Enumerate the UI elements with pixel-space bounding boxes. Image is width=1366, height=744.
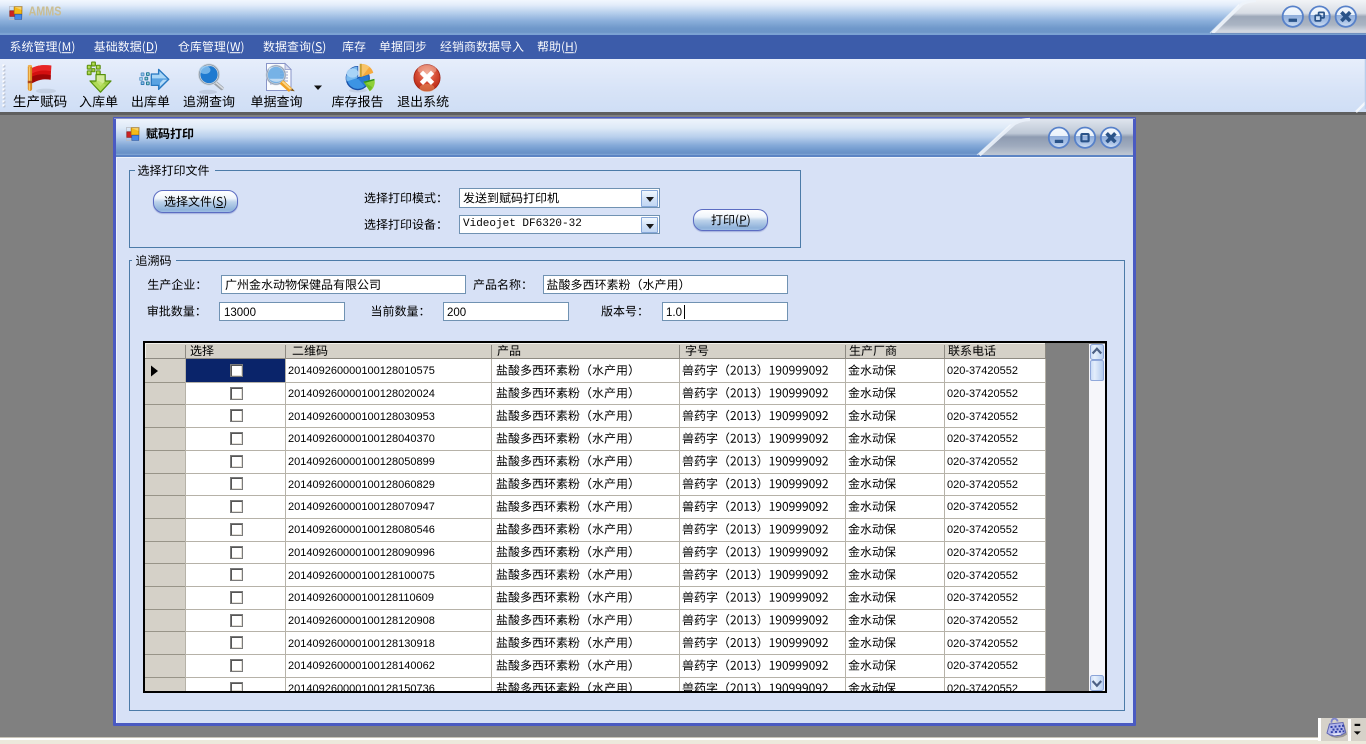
svg-text:AMMS: AMMS bbox=[29, 4, 62, 19]
